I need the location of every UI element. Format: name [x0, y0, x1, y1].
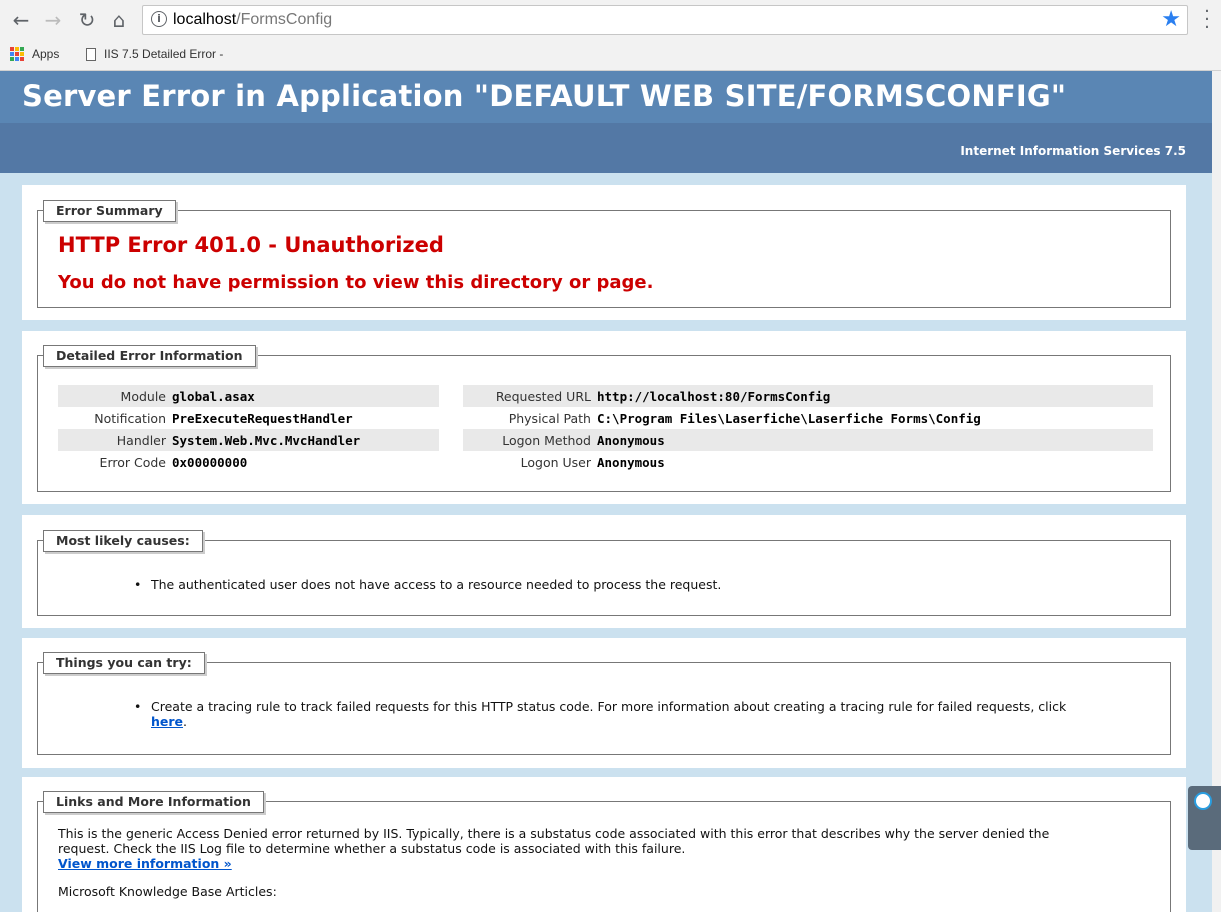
teamviewer-icon	[1194, 792, 1212, 810]
table-row: Physical Path C:\Program Files\Laserfiche…	[463, 407, 1153, 429]
iis-version: Internet Information Services 7.5	[960, 144, 1186, 158]
error-summary-legend: Error Summary	[43, 200, 176, 222]
details-right-table: Requested URL http://localhost:80/FormsCo…	[463, 385, 1153, 473]
page-content: Server Error in Application "DEFAULT WEB…	[0, 71, 1212, 912]
page-icon	[86, 47, 96, 61]
try-box: Things you can try: • Create a tracing r…	[37, 652, 1171, 755]
try-panel: Things you can try: • Create a tracing r…	[22, 638, 1186, 768]
page-title: Server Error in Application "DEFAULT WEB…	[22, 79, 1067, 113]
detail-value: PreExecuteRequestHandler	[172, 410, 353, 426]
kb-articles-label: Microsoft Knowledge Base Articles:	[58, 884, 277, 899]
error-title: HTTP Error 401.0 - Unauthorized	[58, 233, 444, 257]
cause-text: The authenticated user does not have acc…	[151, 577, 722, 592]
error-summary-box: Error Summary HTTP Error 401.0 - Unautho…	[37, 200, 1171, 308]
detail-key: Module	[58, 385, 169, 407]
info-icon[interactable]: i	[151, 11, 167, 27]
try-end: .	[183, 714, 188, 729]
list-item: • The authenticated user does not have a…	[134, 577, 721, 592]
bookmark-apps[interactable]: Apps	[10, 47, 59, 61]
causes-legend: Most likely causes:	[43, 530, 203, 552]
view-more-link[interactable]: View more information »	[58, 856, 232, 871]
bookmark-iis-error[interactable]: IIS 7.5 Detailed Error -	[86, 47, 223, 61]
detail-key: Requested URL	[463, 385, 594, 407]
table-row: Requested URL http://localhost:80/FormsCo…	[463, 385, 1153, 407]
detailed-info-panel: Detailed Error Information Module global.…	[22, 331, 1186, 504]
teamviewer-tab[interactable]	[1188, 786, 1221, 850]
back-icon[interactable]: ←	[8, 6, 34, 34]
detail-key: Notification	[94, 410, 166, 426]
error-summary-panel: Error Summary HTTP Error 401.0 - Unautho…	[22, 185, 1186, 320]
header-banner: Server Error in Application "DEFAULT WEB…	[0, 71, 1212, 123]
forward-icon[interactable]: →	[40, 6, 66, 34]
links-legend: Links and More Information	[43, 791, 264, 813]
detail-key: Error Code	[99, 454, 166, 470]
links-panel: Links and More Information This is the g…	[22, 777, 1186, 912]
home-icon[interactable]: ⌂	[106, 6, 132, 34]
bookmark-apps-label: Apps	[32, 47, 60, 61]
try-legend: Things you can try:	[43, 652, 205, 674]
detail-value: System.Web.Mvc.MvcHandler	[169, 429, 439, 451]
detail-key: Logon Method	[463, 429, 594, 451]
detail-value: 0x00000000	[172, 454, 248, 470]
table-row: Error Code 0x00000000	[58, 451, 439, 473]
links-paragraph: This is the generic Access Denied error …	[58, 826, 1148, 871]
table-row: Logon User Anonymous	[463, 451, 1153, 473]
reload-icon[interactable]: ↻	[74, 6, 100, 34]
causes-panel: Most likely causes: • The authenticated …	[22, 515, 1186, 628]
url-host: localhost	[173, 11, 237, 28]
detail-value: C:\Program Files\Laserfiche\Laserfiche F…	[597, 410, 981, 426]
causes-box: Most likely causes: • The authenticated …	[37, 530, 1171, 616]
url-text[interactable]: localhost/FormsConfig	[173, 11, 332, 29]
list-item: • Create a tracing rule to track failed …	[134, 699, 1144, 729]
table-row: Notification PreExecuteRequestHandler	[58, 407, 439, 429]
browser-menu-icon[interactable]: · · ·	[1200, 3, 1214, 37]
detail-value: Anonymous	[597, 454, 665, 470]
url-path: /FormsConfig	[236, 11, 333, 28]
address-bar[interactable]: i localhost/FormsConfig ★	[142, 5, 1188, 35]
detail-key: Physical Path	[508, 410, 591, 426]
bookmark-star-icon[interactable]: ★	[1161, 7, 1181, 32]
detailed-info-box: Detailed Error Information Module global.…	[37, 345, 1171, 492]
detail-value: http://localhost:80/FormsConfig	[594, 385, 1153, 407]
table-row: Handler System.Web.Mvc.MvcHandler	[58, 429, 439, 451]
detail-value: Anonymous	[594, 429, 1153, 451]
table-row: Module global.asax	[58, 385, 439, 407]
detail-key: Logon User	[520, 454, 591, 470]
links-box: Links and More Information This is the g…	[37, 791, 1171, 912]
try-text: Create a tracing rule to track failed re…	[151, 699, 1067, 714]
links-para-line2: request. Check the IIS Log file to deter…	[58, 841, 686, 856]
apps-grid-icon	[10, 47, 24, 61]
table-row: Logon Method Anonymous	[463, 429, 1153, 451]
detail-value: global.asax	[169, 385, 439, 407]
detail-key: Handler	[58, 429, 169, 451]
detailed-info-legend: Detailed Error Information	[43, 345, 256, 367]
bullet-icon: •	[134, 577, 142, 592]
sub-banner: Internet Information Services 7.5	[0, 123, 1212, 173]
details-left-table: Module global.asax Notification PreExecute…	[58, 385, 439, 473]
tracing-rule-link[interactable]: here	[151, 714, 183, 729]
links-para-line1: This is the generic Access Denied error …	[58, 826, 1050, 841]
browser-toolbar: ← → ↻ ⌂ i localhost/FormsConfig ★ · · ·	[0, 0, 1221, 41]
bullet-icon: •	[134, 699, 142, 714]
error-message: You do not have permission to view this …	[58, 272, 654, 293]
bookmark-iis-label: IIS 7.5 Detailed Error -	[104, 47, 224, 61]
bookmarks-bar: Apps IIS 7.5 Detailed Error -	[0, 41, 1221, 71]
